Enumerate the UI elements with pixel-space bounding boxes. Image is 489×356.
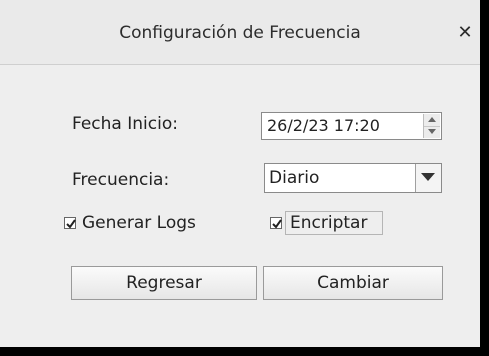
spinner-buttons (423, 114, 440, 138)
change-button[interactable]: Cambiar (263, 266, 443, 300)
encrypt-box[interactable] (270, 217, 282, 229)
generate-logs-checkbox[interactable]: Generar Logs (64, 212, 234, 234)
frequency-label: Frecuencia: (72, 170, 170, 190)
close-icon[interactable]: ✕ (454, 20, 476, 46)
encrypt-label: Encriptar (290, 213, 368, 233)
chevron-down-icon[interactable] (415, 164, 441, 192)
dialog-title: Configuración de Frecuencia (119, 23, 361, 43)
config-dialog: Configuración de Frecuencia ✕ Fecha Inic… (0, 0, 480, 347)
start-date-spinner[interactable]: 26/2/23 17:20 (261, 112, 442, 140)
title-bar: Configuración de Frecuencia ✕ (0, 0, 480, 65)
frequency-selected-value: Diario (269, 168, 320, 188)
encrypt-checkbox[interactable]: Encriptar (270, 211, 410, 235)
triangle-down-icon[interactable] (424, 126, 440, 138)
checkmark-icon (272, 219, 282, 229)
checkmark-icon (66, 219, 76, 229)
back-button[interactable]: Regresar (71, 266, 257, 300)
frequency-select[interactable]: Diario (264, 163, 442, 193)
generate-logs-label: Generar Logs (82, 213, 196, 233)
start-date-label: Fecha Inicio: (72, 114, 178, 134)
start-date-value[interactable]: 26/2/23 17:20 (267, 113, 380, 139)
generate-logs-box[interactable] (64, 217, 76, 229)
